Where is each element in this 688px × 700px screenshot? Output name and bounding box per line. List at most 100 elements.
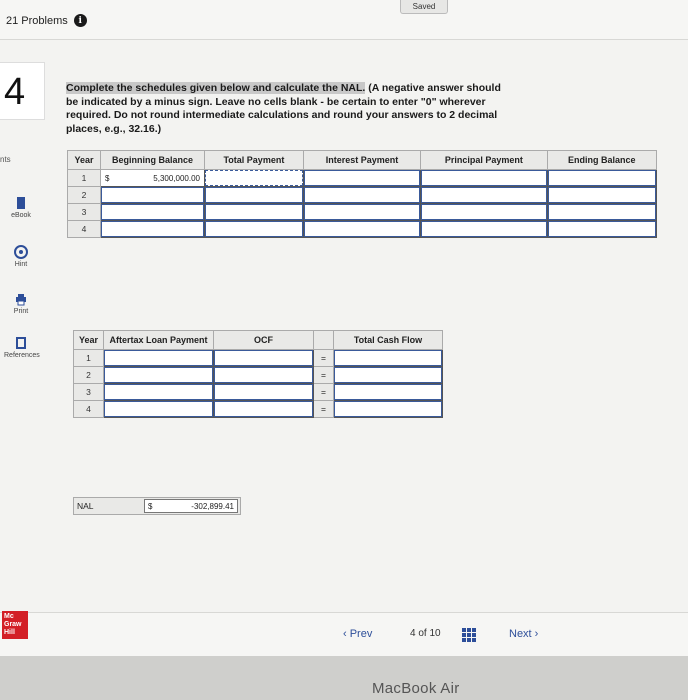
aftertax-loan-payment-input[interactable] <box>103 349 214 367</box>
column-header: Interest Payment <box>302 150 422 170</box>
year-cell: 4 <box>67 220 101 238</box>
total-cash-flow-input[interactable] <box>333 349 443 367</box>
equals-header <box>313 330 334 350</box>
beginning-balance-input[interactable] <box>100 203 205 221</box>
ending-balance-input[interactable] <box>546 186 658 204</box>
principal-payment-input[interactable] <box>420 186 548 204</box>
print-icon <box>16 294 26 306</box>
total-payment-input[interactable] <box>204 203 304 221</box>
hint-icon <box>14 245 28 259</box>
table-row: 2 <box>67 186 658 204</box>
column-header: Ending Balance <box>546 150 658 170</box>
problems-counter[interactable]: 21 Problems i <box>6 14 87 27</box>
beginning-balance-cell: $5,300,000.00 <box>100 169 205 187</box>
sidebar-item-print[interactable]: Print <box>4 292 38 315</box>
question-number: 4 <box>0 62 45 120</box>
table-row: 4 = <box>73 400 443 418</box>
interest-payment-input[interactable] <box>302 203 422 221</box>
nal-input[interactable]: $ -302,899.41 <box>144 499 238 513</box>
book-icon <box>17 197 25 209</box>
table-row: 3 = <box>73 383 443 401</box>
year-cell: 3 <box>67 203 101 221</box>
top-bar: 21 Problems i Saved <box>0 0 688 40</box>
grid-icon[interactable] <box>462 628 476 642</box>
column-header: Aftertax Loan Payment <box>103 330 214 350</box>
sidebar-item-references[interactable]: References <box>4 336 40 359</box>
column-header: Principal Payment <box>420 150 548 170</box>
column-header: Total Cash Flow <box>333 330 443 350</box>
sidebar-item-ebook[interactable]: eBook <box>4 196 38 219</box>
interest-payment-input[interactable] <box>302 186 422 204</box>
ending-balance-input[interactable] <box>546 220 658 238</box>
table-row: 2 = <box>73 366 443 384</box>
equals-sign: = <box>313 383 334 401</box>
nal-value: -302,899.41 <box>191 501 234 511</box>
principal-payment-input[interactable] <box>420 220 548 238</box>
beginning-balance-input[interactable] <box>100 220 205 238</box>
info-icon[interactable]: i <box>73 14 87 27</box>
total-cash-flow-input[interactable] <box>333 383 443 401</box>
saved-indicator: Saved <box>400 0 448 14</box>
year-cell: 4 <box>73 400 104 418</box>
aftertax-loan-payment-input[interactable] <box>103 366 214 384</box>
nal-label: NAL <box>77 501 94 511</box>
beginning-balance-value: 5,300,000.00 <box>153 173 200 183</box>
table-row: 4 <box>67 220 658 238</box>
ocf-input[interactable] <box>213 366 314 384</box>
sidebar-item-label: eBook <box>11 212 31 219</box>
column-header: Year <box>73 330 104 350</box>
beginning-balance-input[interactable] <box>100 186 205 204</box>
ocf-input[interactable] <box>213 400 314 418</box>
year-cell: 1 <box>73 349 104 367</box>
mcgraw-hill-logo: Mc Graw Hill <box>2 611 28 639</box>
page-indicator: 4 of 10 <box>410 628 441 639</box>
aftertax-loan-payment-input[interactable] <box>103 400 214 418</box>
total-payment-input[interactable] <box>204 220 304 238</box>
table-row: 3 <box>67 203 658 221</box>
problems-label: 21 Problems <box>6 14 68 27</box>
year-cell: 2 <box>73 366 104 384</box>
total-payment-input[interactable] <box>204 186 304 204</box>
column-header: Total Payment <box>204 150 304 170</box>
ocf-input[interactable] <box>213 349 314 367</box>
points-label: nts <box>0 155 11 164</box>
column-header: Year <box>67 150 101 170</box>
sidebar-item-label: Hint <box>14 261 28 268</box>
nal-row: NAL $ -302,899.41 <box>73 497 241 515</box>
sidebar-item-label: Print <box>13 308 29 315</box>
ocf-input[interactable] <box>213 383 314 401</box>
equals-sign: = <box>313 366 334 384</box>
screen: 21 Problems i Saved 4 nts eBook Hint Pri… <box>0 0 688 656</box>
column-header: Beginning Balance <box>100 150 205 170</box>
aftertax-loan-payment-input[interactable] <box>103 383 214 401</box>
table-row: 1 $5,300,000.00 <box>67 169 658 187</box>
device-label: MacBook Air <box>372 680 460 697</box>
ending-balance-input[interactable] <box>546 169 658 187</box>
principal-payment-input[interactable] <box>420 169 548 187</box>
total-cash-flow-input[interactable] <box>333 400 443 418</box>
total-cash-flow-input[interactable] <box>333 366 443 384</box>
ending-balance-input[interactable] <box>546 203 658 221</box>
table-header-row: Year Beginning Balance Total Payment Int… <box>67 150 658 170</box>
next-button[interactable]: Next › <box>509 628 538 640</box>
prev-button[interactable]: ‹ Prev <box>343 628 372 640</box>
column-header: OCF <box>213 330 314 350</box>
instructions-highlight: Complete the schedules given below and c… <box>66 82 366 94</box>
cashflow-schedule-table: Year Aftertax Loan Payment OCF Total Cas… <box>73 330 443 418</box>
principal-payment-input[interactable] <box>420 203 548 221</box>
equals-sign: = <box>313 400 334 418</box>
year-cell: 3 <box>73 383 104 401</box>
currency-symbol: $ <box>105 173 110 183</box>
year-cell: 1 <box>67 169 101 187</box>
sidebar-item-hint[interactable]: Hint <box>4 245 38 268</box>
table-header-row: Year Aftertax Loan Payment OCF Total Cas… <box>73 330 443 350</box>
question-instructions: Complete the schedules given below and c… <box>66 82 516 136</box>
total-payment-input[interactable] <box>204 169 304 187</box>
table-row: 1 = <box>73 349 443 367</box>
interest-payment-input[interactable] <box>302 169 422 187</box>
interest-payment-input[interactable] <box>302 220 422 238</box>
equals-sign: = <box>313 349 334 367</box>
currency-symbol: $ <box>148 501 153 511</box>
year-cell: 2 <box>67 186 101 204</box>
sidebar-item-label: References <box>4 352 40 359</box>
